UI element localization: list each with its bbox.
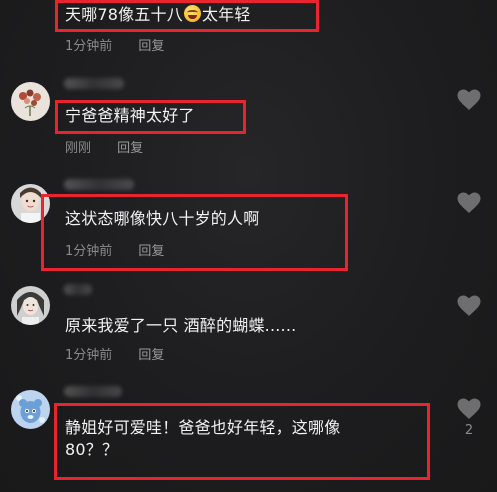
- highlight-box: [41, 194, 348, 271]
- like-count: 2: [464, 423, 474, 438]
- username[interactable]: [64, 78, 124, 89]
- comment-meta: 1分钟前 回复: [65, 35, 164, 54]
- comment-text: 这状态哪像快八十岁的人啊: [65, 209, 260, 228]
- avatar[interactable]: [11, 286, 50, 325]
- heart-icon[interactable]: [457, 192, 481, 214]
- username[interactable]: [64, 284, 92, 295]
- comment-time: 1分钟前: [65, 348, 113, 363]
- comment-text-part: 天哪78像五十八: [65, 5, 183, 24]
- reply-button[interactable]: 回复: [138, 39, 164, 54]
- comment-item: 宁爸爸精神太好了 刚刚 回复: [0, 78, 497, 158]
- reply-button[interactable]: 回复: [138, 348, 164, 363]
- comment-text-line: 80？？: [65, 440, 119, 459]
- heart-icon[interactable]: [457, 295, 481, 317]
- comment-text-part: 太年轻: [201, 5, 251, 24]
- heart-icon[interactable]: [457, 89, 481, 111]
- username[interactable]: [64, 386, 122, 397]
- heart-icon[interactable]: [457, 398, 481, 420]
- comment-time: 1分钟前: [65, 39, 113, 54]
- comment-list: 天哪78像五十八 太年轻 1分钟前 回复 宁爸爸精神太好了 刚刚 回复 这状态哪…: [0, 0, 497, 492]
- avatar-image: [11, 82, 50, 121]
- comment-item: 天哪78像五十八 太年轻 1分钟前 回复: [0, 0, 497, 64]
- comment-item: 这状态哪像快八十岁的人啊 1分钟前 回复: [0, 176, 497, 272]
- comment-meta: 1分钟前 回复: [65, 240, 164, 259]
- laughing-face-emoji-icon: [183, 5, 201, 22]
- avatar[interactable]: [11, 82, 50, 121]
- comment-text-line: 静姐好可爱哇！爸爸也好年轻，这哪像: [65, 418, 341, 437]
- comment-time: 刚刚: [65, 141, 92, 156]
- comment-text: 原来我爱了一只 酒醉的蝴蝶......: [65, 316, 297, 335]
- reply-button[interactable]: 回复: [138, 244, 164, 259]
- comment-meta: 刚刚 回复: [65, 137, 143, 156]
- comment-text: 天哪78像五十八 太年轻: [65, 4, 251, 26]
- reply-button[interactable]: 回复: [117, 141, 143, 156]
- avatar-image: [11, 390, 50, 429]
- comment-text: 静姐好可爱哇！爸爸也好年轻，这哪像 80？？: [65, 417, 340, 461]
- avatar-image: [11, 286, 50, 325]
- username[interactable]: [64, 179, 134, 190]
- comment-meta: 1分钟前 回复: [65, 344, 164, 363]
- comment-item: 原来我爱了一只 酒醉的蝴蝶...... 1分钟前 回复: [0, 280, 497, 370]
- comment-item: 静姐好可爱哇！爸爸也好年轻，这哪像 80？？ 2: [0, 382, 497, 492]
- avatar[interactable]: [11, 390, 50, 429]
- comment-text: 宁爸爸精神太好了: [65, 106, 195, 125]
- comment-time: 1分钟前: [65, 244, 113, 259]
